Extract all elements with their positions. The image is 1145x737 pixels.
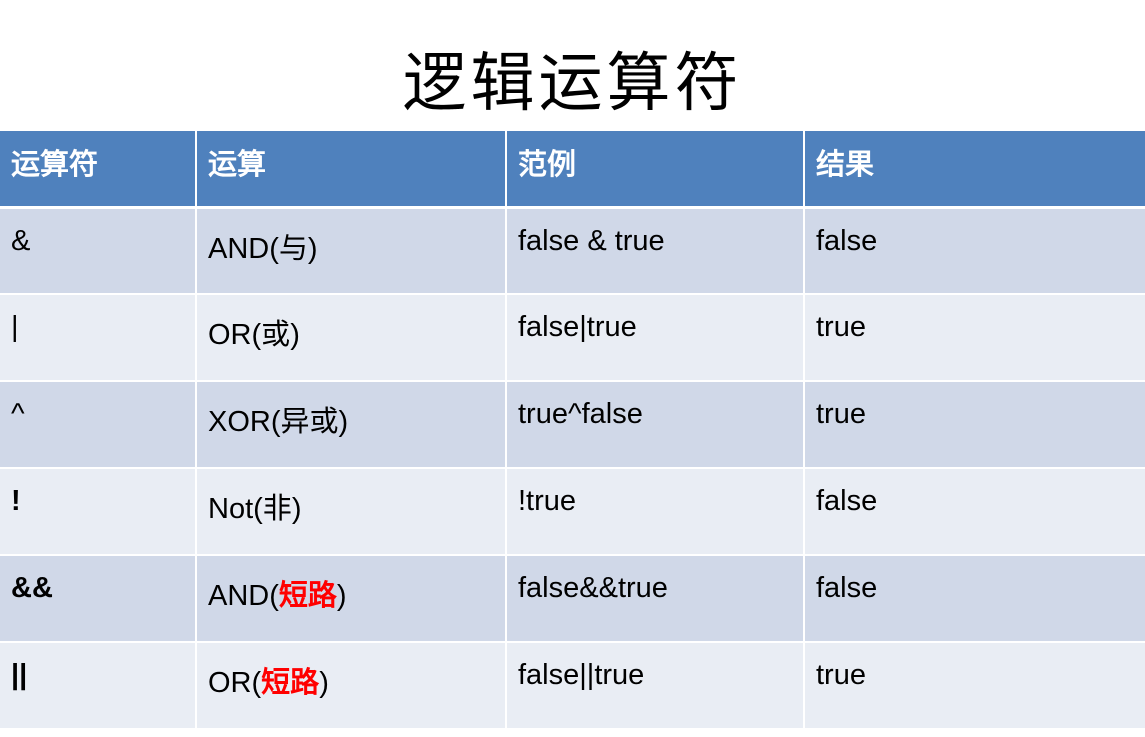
header-operation: 运算 [196, 131, 507, 209]
table-row: ! Not(非) !true false [0, 468, 1145, 556]
slide: 逻辑运算符 运算符 运算 范例 结果 & AND(与) false & true… [0, 0, 1145, 737]
cell-example: false&&true [506, 555, 805, 643]
cell-example: true^false [506, 381, 805, 469]
operation-note: 非 [262, 491, 292, 525]
table-row: && AND(短路) false&&true false [0, 555, 1145, 643]
table-row: ^ XOR(异或) true^false true [0, 381, 1145, 469]
cell-operation: OR(短路) [196, 642, 507, 730]
cell-example: false||true [506, 642, 805, 730]
logical-operators-table: 运算符 运算 范例 结果 & AND(与) false & true false… [0, 131, 1145, 730]
operation-note: 短路 [261, 665, 320, 699]
cell-operation: OR(或) [196, 294, 507, 382]
operation-name: AND( [208, 580, 279, 612]
cell-result: false [804, 468, 1145, 556]
cell-example: false & true [506, 207, 805, 295]
cell-result: true [804, 294, 1145, 382]
cell-result: true [804, 381, 1145, 469]
cell-operation: Not(非) [196, 468, 507, 556]
operation-name: AND( [208, 232, 279, 265]
cell-operator: & [0, 207, 197, 295]
operation-close: ) [290, 319, 300, 351]
cell-operation: AND(与) [196, 207, 507, 295]
operation-name: Not( [208, 493, 263, 525]
cell-operation: AND(短路) [196, 555, 507, 643]
operation-name: OR( [208, 667, 262, 699]
cell-operator: ! [0, 468, 197, 556]
operation-note: 短路 [278, 578, 337, 612]
operation-close: ) [319, 667, 329, 699]
operation-close: ) [336, 580, 347, 612]
cell-operation: XOR(异或) [196, 381, 507, 469]
cell-operator: || [0, 642, 197, 730]
header-example: 范例 [506, 131, 805, 209]
cell-example: false|true [506, 294, 805, 382]
operation-note: 异或 [280, 404, 339, 438]
operation-name: OR( [208, 319, 262, 351]
table-header-row: 运算符 运算 范例 结果 [0, 131, 1145, 209]
table-row: || OR(短路) false||true true [0, 642, 1145, 730]
operation-note: 或 [261, 317, 291, 351]
cell-result: false [804, 555, 1145, 643]
table-row: & AND(与) false & true false [0, 207, 1145, 295]
cell-result: false [804, 207, 1145, 295]
operation-close: ) [338, 406, 349, 438]
cell-operator: | [0, 294, 197, 382]
slide-title: 逻辑运算符 [402, 47, 743, 121]
header-result: 结果 [804, 131, 1145, 209]
cell-operator: && [0, 555, 197, 643]
operation-close: ) [307, 232, 318, 265]
cell-operator: ^ [0, 381, 197, 469]
operation-name: XOR( [208, 406, 281, 438]
operation-close: ) [291, 493, 302, 525]
table-row: | OR(或) false|true true [0, 294, 1145, 382]
operation-note: 与 [278, 230, 308, 265]
cell-result: true [804, 642, 1145, 730]
cell-example: !true [506, 468, 805, 556]
header-operator: 运算符 [0, 131, 197, 209]
